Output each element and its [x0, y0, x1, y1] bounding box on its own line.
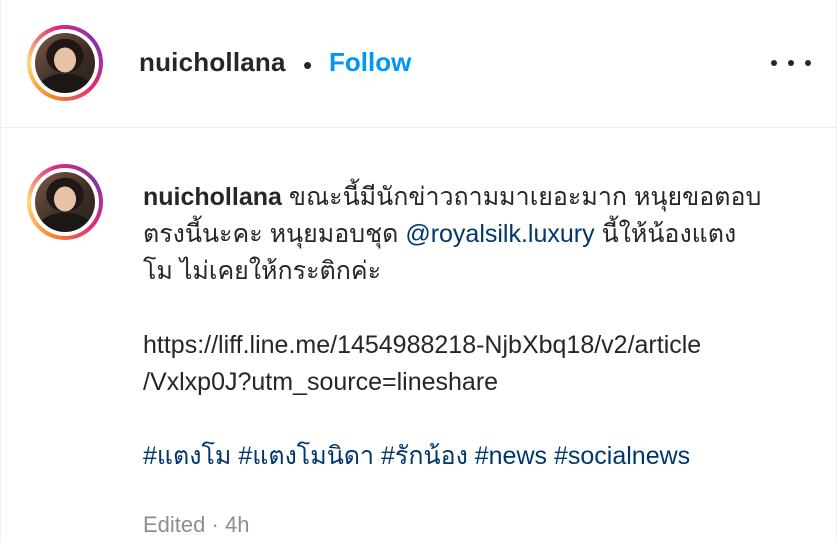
avatar-inner — [31, 29, 99, 97]
avatar-inner — [31, 168, 99, 236]
profile-photo — [35, 33, 95, 93]
hashtag-link[interactable]: #แตงโมนิดา — [238, 442, 374, 470]
caption-text-2a: ตรงนี้นะคะ หนุยมอบชุด — [143, 220, 406, 248]
caption-url-line-1: https://liff.line.me/1454988218-NjbXbq18… — [143, 331, 702, 359]
hashtag-row: #แตงโม #แตงโมนิดา #รักน้อง #news #social… — [143, 438, 823, 475]
post-panel: nuichollana • Follow nuichollana ขณะนี้ม… — [0, 0, 837, 542]
hashtag-link[interactable]: #รักน้อง — [381, 442, 468, 470]
follow-button[interactable]: Follow — [329, 47, 411, 78]
caption-line-3: โม ไม่เคยให้กระติกค่ะ — [143, 257, 382, 285]
post-caption: nuichollana ขณะนี้มีนักข่าวถามมาเยอะมาก … — [143, 179, 823, 475]
post-header: nuichollana • Follow — [1, 0, 837, 128]
meta-dot: · — [211, 512, 219, 537]
caption-text-1: ขณะนี้มีนักข่าวถามมาเยอะมาก หนุยขอตอบ — [288, 183, 762, 211]
mention-link[interactable]: @royalsilk.luxury — [405, 220, 594, 248]
header-username[interactable]: nuichollana — [139, 47, 286, 78]
more-dot — [771, 60, 777, 66]
header-avatar[interactable] — [27, 25, 103, 101]
more-dot — [805, 60, 811, 66]
more-options-icon[interactable] — [771, 49, 811, 77]
more-dot — [788, 60, 794, 66]
post-timestamp[interactable]: 4h — [225, 512, 249, 537]
profile-photo — [35, 172, 95, 232]
header-separator: • — [303, 50, 313, 80]
hashtag-link[interactable]: #news — [475, 442, 547, 470]
caption-url-line-2: /Vxlxp0J?utm_source=lineshare — [143, 368, 499, 396]
hashtag-link[interactable]: #socialnews — [554, 442, 690, 470]
caption-text-2b: นี้ให้น้องแตง — [594, 220, 737, 248]
edited-label: Edited — [143, 512, 206, 537]
caption-avatar[interactable] — [27, 164, 103, 240]
post-meta: Edited · 4h — [143, 512, 249, 538]
caption-line-1: nuichollana ขณะนี้มีนักข่าวถามมาเยอะมาก … — [143, 179, 823, 216]
caption-username[interactable]: nuichollana — [143, 183, 282, 211]
caption-line-2: ตรงนี้นะคะ หนุยมอบชุด @royalsilk.luxury … — [143, 216, 823, 253]
hashtag-link[interactable]: #แตงโม — [143, 442, 231, 470]
